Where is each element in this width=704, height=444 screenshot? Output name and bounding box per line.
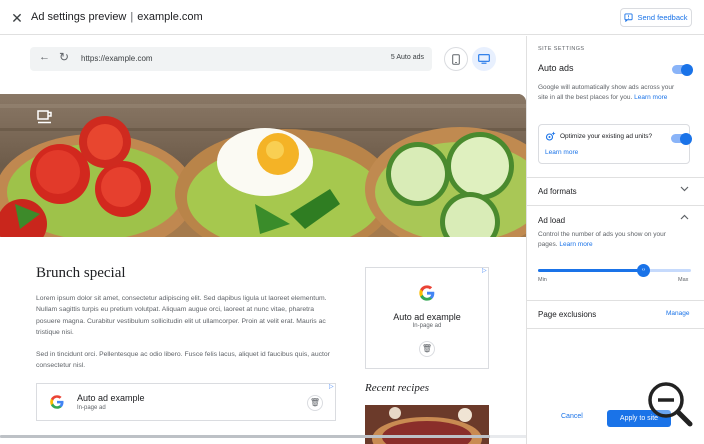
reload-icon[interactable]: ↻ [59, 50, 69, 64]
auto-ads-learn-more-link[interactable]: Learn more [634, 94, 667, 101]
title-separator: | [130, 11, 134, 23]
inline-ad-subtitle: In-page ad [77, 405, 106, 411]
ad-load-slider[interactable]: ‹› [538, 264, 691, 277]
optimize-sparkle-icon [545, 131, 556, 141]
google-logo-icon [419, 285, 435, 301]
section-label: SITE SETTINGS [538, 46, 585, 52]
divider [527, 205, 704, 206]
article-title: Brunch special [36, 265, 126, 281]
divider [527, 177, 704, 178]
chevron-up-icon[interactable] [680, 213, 689, 224]
ad-load-slider-handle[interactable]: ‹› [637, 264, 651, 277]
zoom-out-icon[interactable] [647, 381, 693, 427]
inline-ad-title: Auto ad example [77, 393, 145, 403]
url-text: https://example.com [81, 54, 153, 63]
side-ad-title: Auto ad example [393, 312, 461, 322]
hero-image [0, 94, 526, 237]
manage-exclusions-link[interactable]: Manage [666, 310, 690, 317]
slider-max-label: Max [678, 277, 689, 283]
coffee-cup-icon [37, 110, 53, 124]
ad-load-learn-more-link[interactable]: Learn more [559, 241, 592, 248]
divider [527, 300, 704, 301]
scrollbar-thumb[interactable] [0, 435, 490, 438]
ad-load-slider-fill [538, 269, 644, 272]
feedback-label: Send feedback [637, 13, 688, 22]
remove-ad-button[interactable]: 🗑 [419, 341, 435, 357]
auto-ads-toggle[interactable] [672, 63, 693, 76]
divider [527, 328, 704, 329]
cancel-button[interactable]: Cancel [561, 413, 583, 420]
google-logo-icon [50, 395, 64, 409]
horizontal-scrollbar[interactable] [0, 435, 526, 438]
back-arrow-icon[interactable]: ← [39, 51, 50, 63]
browser-url-bar: ← ↻ https://example.com 5 Auto ads [30, 47, 432, 71]
site-preview: ← ↻ https://example.com 5 Auto ads Brunc… [0, 36, 526, 444]
side-ad-subtitle: In-page ad [412, 323, 442, 329]
auto-ads-count: 5 Auto ads [390, 54, 424, 61]
optimize-toggle[interactable] [671, 132, 692, 145]
page-title: Ad settings preview | example.com [31, 11, 203, 23]
title-domain: example.com [137, 11, 203, 23]
send-feedback-button[interactable]: Send feedback [620, 8, 692, 27]
trash-icon: 🗑 [309, 398, 321, 407]
top-bar: ✕ Ad settings preview | example.com Send f… [0, 0, 704, 35]
slider-min-label: Min [538, 277, 547, 283]
optimize-label: Optimize your existing ad units? [560, 133, 653, 140]
recent-recipe-image[interactable] [365, 405, 489, 444]
optimize-learn-more-link[interactable]: Learn more [545, 149, 578, 156]
trash-icon: 🗑 [421, 344, 433, 353]
desktop-preview-button[interactable] [472, 47, 496, 71]
article-paragraph-1: Lorem ipsum dolor sit amet, consectetur … [36, 295, 327, 337]
adchoices-icon: ▷ [329, 384, 334, 390]
ad-load-title[interactable]: Ad load [538, 216, 565, 225]
remove-ad-button[interactable]: 🗑 [307, 395, 323, 411]
optimize-ad-units-card: Optimize your existing ad units? Learn m… [538, 124, 692, 164]
mobile-preview-button[interactable] [444, 47, 468, 71]
adchoices-icon: ▷ [482, 268, 487, 274]
chevron-down-icon[interactable] [680, 184, 689, 195]
feedback-icon [624, 13, 634, 22]
article-paragraph-2: Sed in tincidunt orci. Pellentesque ac o… [36, 351, 330, 370]
close-icon[interactable]: ✕ [8, 9, 26, 27]
ad-load-description: Control the number of ads you show on yo… [538, 230, 668, 250]
page-exclusions-title: Page exclusions [538, 310, 597, 319]
title-text: Ad settings preview [31, 11, 127, 23]
auto-ads-description: Google will automatically show ads acros… [538, 83, 678, 103]
ad-load-description-text: Control the number of ads you show on yo… [538, 231, 666, 248]
auto-ads-title: Auto ads [538, 63, 574, 73]
ad-formats-title[interactable]: Ad formats [538, 187, 577, 196]
phone-icon [452, 53, 460, 65]
desktop-icon [478, 54, 490, 64]
sidebar-auto-ad: ▷ Auto ad example In-page ad 🗑 [365, 267, 489, 369]
toggle-knob [681, 63, 693, 76]
toggle-knob [680, 132, 692, 145]
recent-recipes-heading: Recent recipes [365, 382, 430, 394]
inline-auto-ad: ▷ Auto ad example In-page ad 🗑 [36, 383, 336, 421]
